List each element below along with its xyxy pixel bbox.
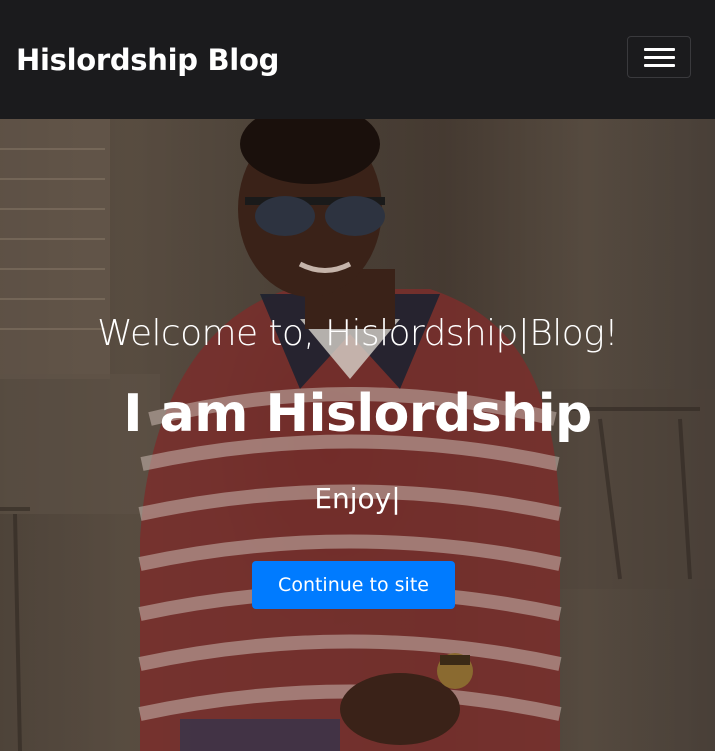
continue-to-site-button[interactable]: Continue to site (252, 561, 455, 609)
hamburger-menu-icon (644, 48, 675, 51)
navbar-toggle-button[interactable] (627, 36, 691, 78)
typed-text: Enjoy| (314, 482, 401, 515)
hero-content: Welcome to, Hislordship|Blog! I am Hislo… (0, 119, 715, 751)
hamburger-menu-icon (644, 64, 675, 67)
brand-link[interactable]: Hislordship Blog (16, 40, 279, 80)
hamburger-menu-icon (644, 56, 675, 59)
hero-section: Welcome to, Hislordship|Blog! I am Hislo… (0, 119, 715, 751)
welcome-text: Welcome to, Hislordship|Blog! (97, 313, 618, 354)
navbar: Hislordship Blog (0, 0, 715, 119)
hero-title: I am Hislordship (123, 384, 592, 444)
